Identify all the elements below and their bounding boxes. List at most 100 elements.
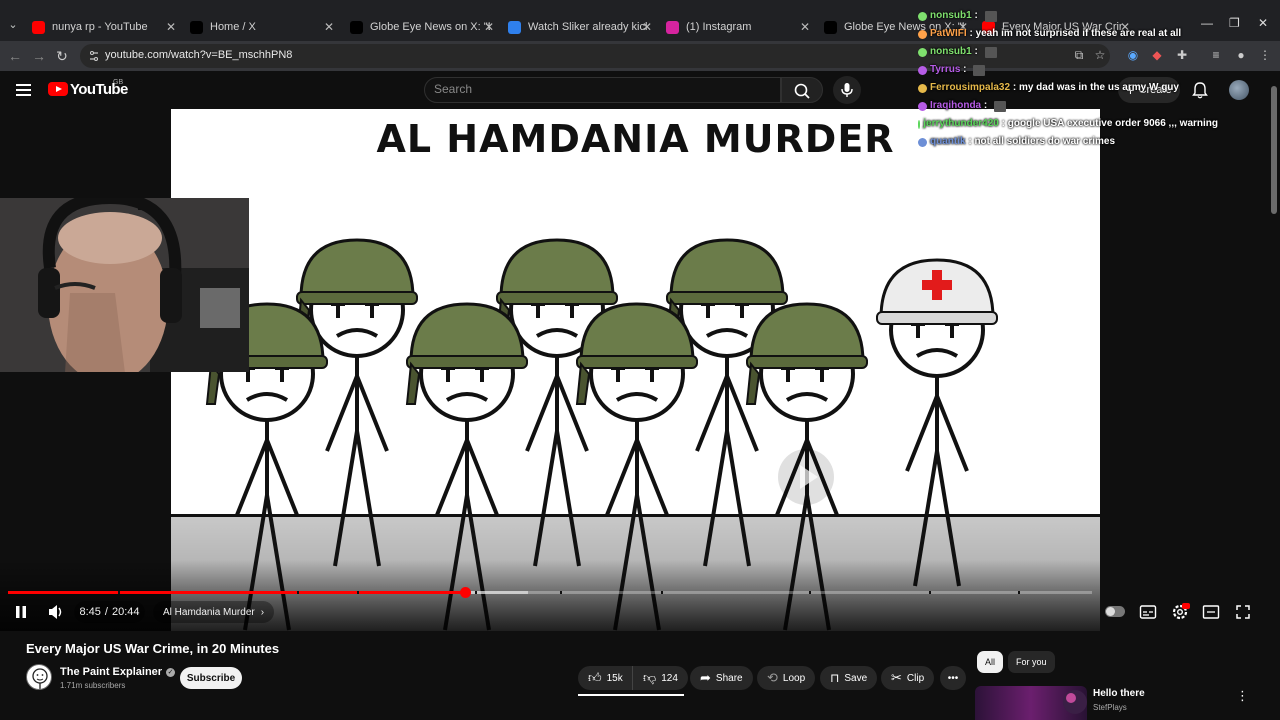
volume-icon[interactable] <box>47 602 65 622</box>
browser-tab[interactable]: Globe Eye News on X: "BREAKI✕ <box>350 14 496 40</box>
soldier-arm <box>235 439 269 516</box>
soldier-arm <box>605 439 639 516</box>
video-frame[interactable]: AL HAMDANIA MURDER <box>171 109 1100 631</box>
tab-close-icon[interactable]: ✕ <box>798 20 812 34</box>
recommended-video-thumbnail[interactable] <box>975 686 1087 720</box>
recommended-video-title[interactable]: Hello there <box>1093 688 1145 699</box>
tab-search-chevron-icon[interactable]: ⌄ <box>6 18 20 32</box>
tab-close-icon[interactable]: ✕ <box>164 20 178 34</box>
voice-search-button[interactable] <box>833 76 861 104</box>
chat-username[interactable]: Ferrousimpala32 <box>930 79 1010 97</box>
channel-name-row[interactable]: The Paint Explainer ✓ <box>60 666 176 678</box>
chat-message: nonsub1 : <box>918 7 1218 25</box>
scissors-icon: ✂ <box>891 670 902 685</box>
chapter-divider <box>1018 591 1020 594</box>
fullscreen-icon[interactable] <box>1235 602 1251 622</box>
chevron-right-icon: › <box>260 606 265 618</box>
chat-message: nonsub1 : <box>918 43 1218 61</box>
pause-icon[interactable] <box>13 602 29 622</box>
soldier-helmet <box>299 238 415 300</box>
chat-separator: : <box>981 100 991 111</box>
page-scrollbar[interactable] <box>1271 86 1277 214</box>
clip-button[interactable]: ✂ Clip <box>881 666 935 690</box>
clip-label: Clip <box>906 672 925 684</box>
chapter-divider <box>118 591 120 594</box>
chat-message: Iraqihonda : <box>918 97 1218 115</box>
time-current: 8:45 <box>79 606 101 618</box>
chat-username[interactable]: jerrythunder420 <box>923 115 999 133</box>
tab-close-icon[interactable]: ✕ <box>640 20 654 34</box>
profile-icon[interactable]: ● <box>1233 48 1249 64</box>
more-horizontal-icon: ••• <box>947 672 959 684</box>
back-icon[interactable]: ← <box>7 48 23 64</box>
tab-close-icon[interactable]: ✕ <box>322 20 336 34</box>
recommended-video-channel: StefPlays <box>1093 703 1127 712</box>
forward-icon[interactable]: → <box>31 48 47 64</box>
time-separator: / <box>104 606 108 618</box>
url-text: youtube.com/watch?v=BE_mschhPN8 <box>105 49 293 61</box>
helmet-brim <box>746 355 868 369</box>
chip-for-you[interactable]: For you <box>1008 651 1055 673</box>
subtitles-icon[interactable] <box>1139 602 1157 622</box>
x-icon <box>190 20 203 34</box>
soldier-leg <box>555 430 581 567</box>
browser-tab[interactable]: (1) Instagram ✕ <box>666 14 812 40</box>
soldier-arm <box>265 439 299 516</box>
browser-menu-icon[interactable]: ⋮ <box>1257 48 1273 64</box>
progress-bar[interactable] <box>8 587 1092 598</box>
chat-username[interactable]: nonsub1 <box>930 43 972 61</box>
chat-username[interactable]: quantik <box>930 133 966 151</box>
like-button[interactable]: 👍︎ 15k <box>578 666 635 690</box>
browser-tab[interactable]: nunya rp - YouTube ✕ <box>32 14 178 40</box>
microphone-icon <box>841 83 853 97</box>
restore-icon[interactable]: ❐ <box>1229 16 1240 30</box>
soldier-leg <box>703 430 729 567</box>
browser-tab[interactable]: Home / X ✕ <box>190 14 336 40</box>
chat-username[interactable]: PatWIFI <box>930 25 967 43</box>
autoplay-toggle[interactable] <box>1105 606 1125 617</box>
chat-username[interactable]: nonsub1 <box>930 7 972 25</box>
helmet-brim <box>406 355 528 369</box>
soldier-helmet <box>499 238 615 300</box>
chat-username[interactable]: Iraqihonda <box>930 97 981 115</box>
red-cross-icon <box>922 280 952 290</box>
chip-all[interactable]: All <box>977 651 1004 673</box>
chat-emote-icon <box>973 64 986 76</box>
browser-tab[interactable]: Watch Sliker already kicked out✕ <box>508 14 654 40</box>
search-input[interactable] <box>434 82 754 96</box>
chat-message: Tyrrus : <box>918 61 1218 79</box>
like-ratio-bar <box>578 694 684 696</box>
chat-separator: : <box>966 28 976 39</box>
reload-icon[interactable]: ↻ <box>54 48 70 65</box>
close-window-icon[interactable]: ✕ <box>1258 16 1268 30</box>
chat-badge-icon <box>918 65 927 75</box>
thumbs-up-icon: 👍︎ <box>588 670 602 685</box>
more-actions-button[interactable]: ••• <box>940 666 966 690</box>
soldier-helmet <box>669 238 785 300</box>
dislike-button[interactable]: 👎︎ 124 <box>632 666 688 690</box>
soldiers-illustration <box>205 238 998 631</box>
helmet-brim <box>576 355 698 369</box>
channel-avatar[interactable] <box>26 664 52 690</box>
tab-close-icon[interactable]: ✕ <box>482 20 496 34</box>
menu-icon[interactable] <box>16 84 31 99</box>
soldier-arm <box>435 439 469 516</box>
theater-mode-icon[interactable] <box>1202 602 1220 622</box>
search-button[interactable] <box>781 77 823 103</box>
chapter-button[interactable]: Al Hamdania Murder › <box>153 601 275 623</box>
youtube-logo-icon[interactable] <box>48 82 68 96</box>
site-info-icon[interactable] <box>88 50 100 62</box>
channel-name[interactable]: The Paint Explainer <box>60 666 162 678</box>
save-button[interactable]: ⊓ Save <box>820 666 878 690</box>
recommended-more-icon[interactable]: ⋮ <box>1236 688 1249 704</box>
chat-separator: : <box>998 118 1008 129</box>
chat-separator: : <box>1010 82 1019 93</box>
share-button[interactable]: ➦ Share <box>690 666 753 690</box>
subscribe-button[interactable]: Subscribe <box>180 667 242 689</box>
user-avatar[interactable] <box>1229 80 1249 100</box>
center-play-icon[interactable] <box>778 449 834 505</box>
chat-username[interactable]: Tyrrus <box>930 61 960 79</box>
loop-button[interactable]: ⟲ Loop <box>757 666 816 690</box>
search-box[interactable] <box>424 77 781 103</box>
settings-gear-icon[interactable] <box>1170 602 1190 622</box>
